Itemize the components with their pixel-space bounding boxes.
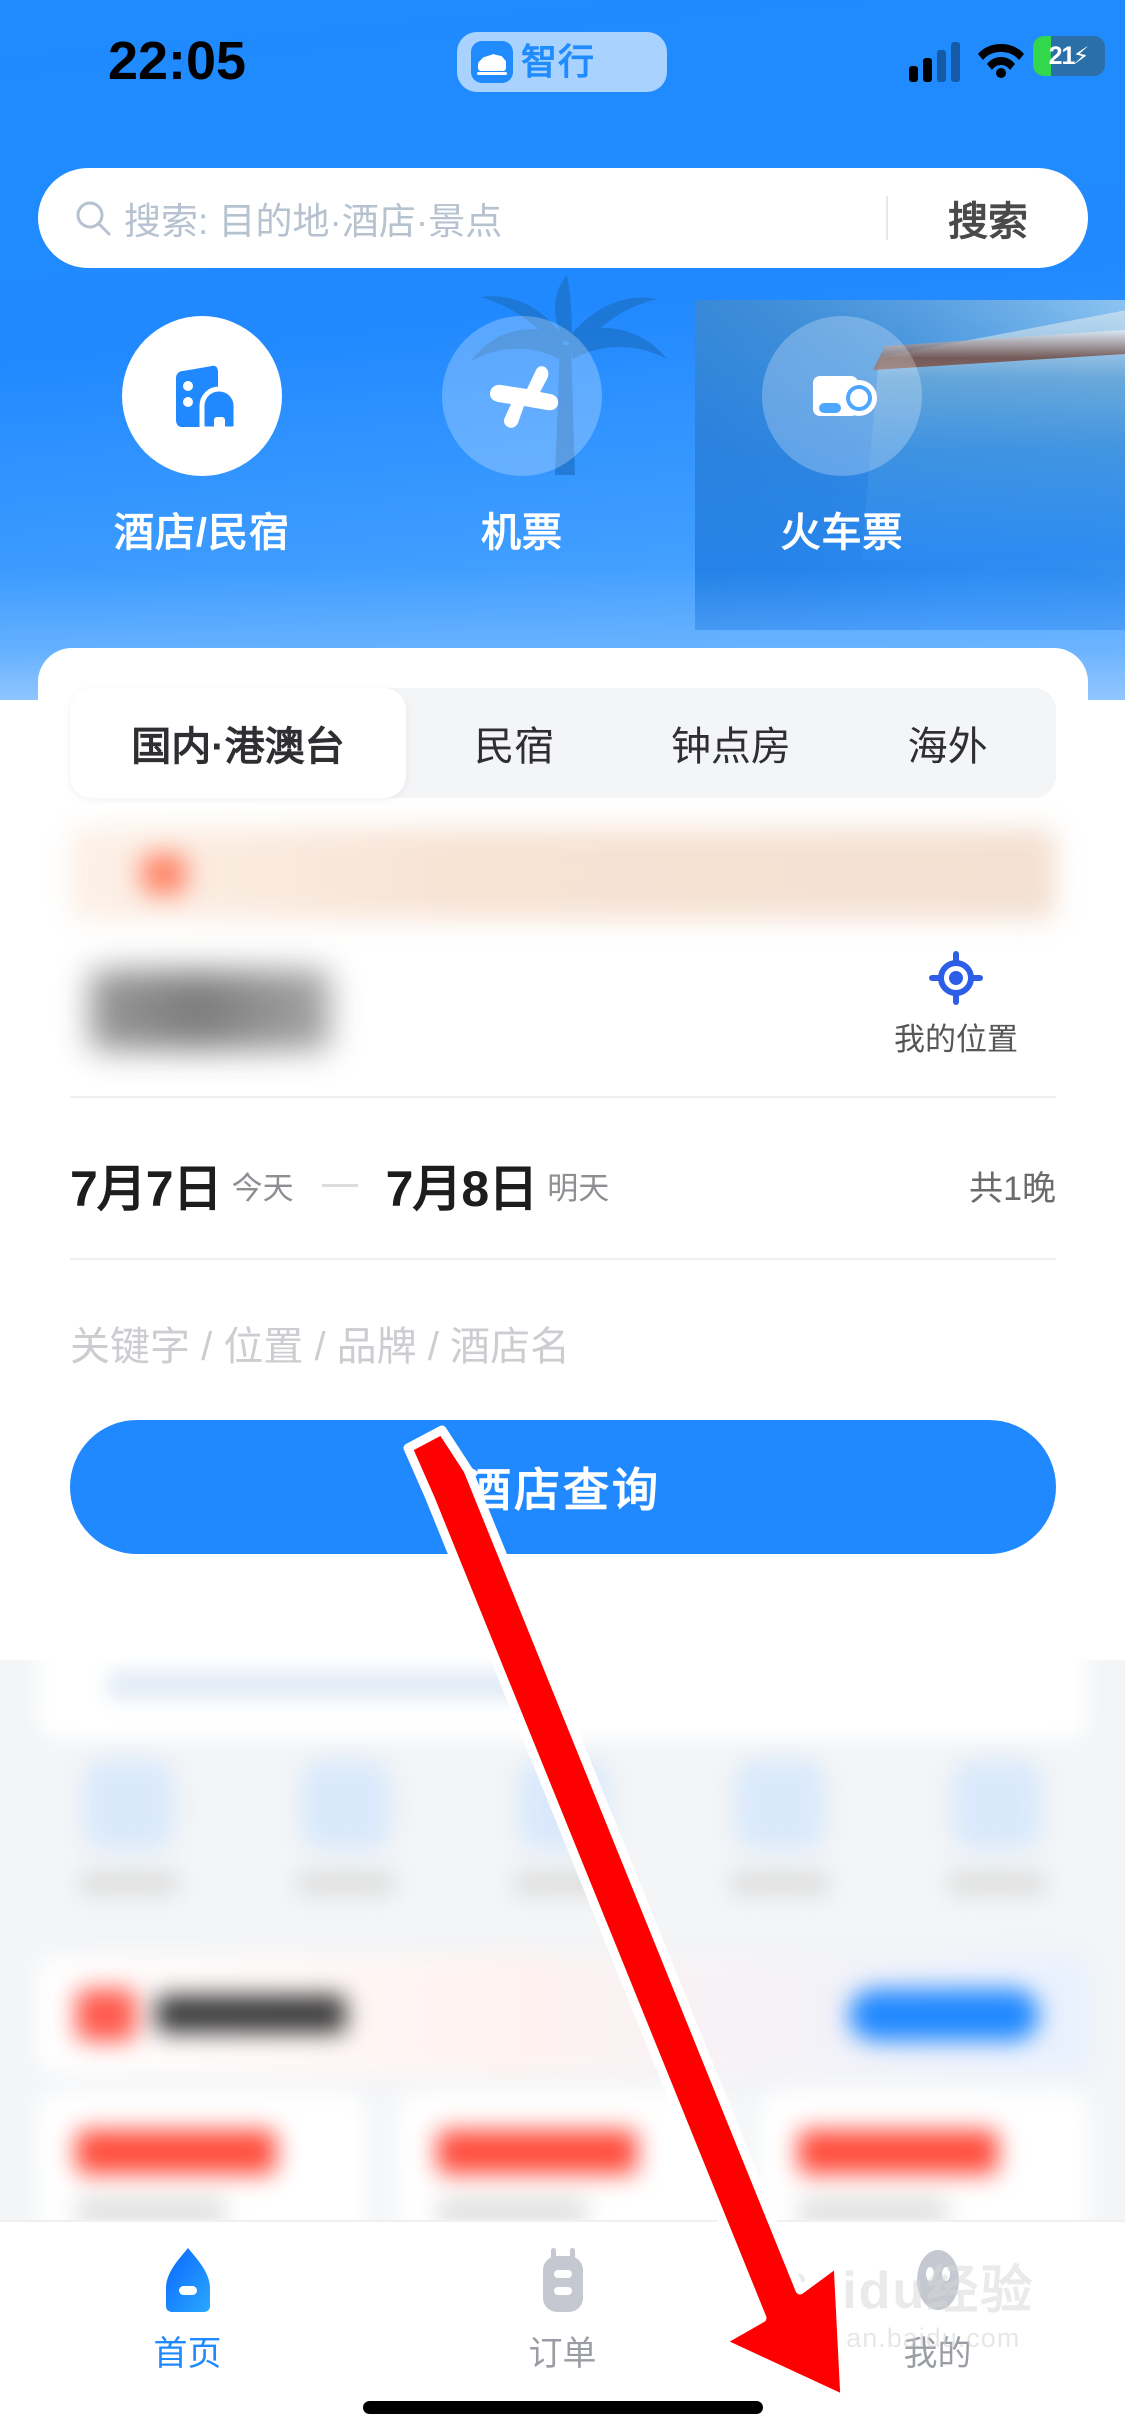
date-range-dash [321,1183,358,1187]
battery-percent: 21 [1048,41,1076,70]
watermark-title: Baidu经验 [771,2262,1035,2320]
my-location-label: 我的位置 [894,1022,1018,1057]
wifi-icon [978,44,1024,78]
dynamic-island-activity[interactable]: 智行 [457,32,667,92]
card-promo-strip-blurred[interactable] [70,828,1056,920]
search-input-placeholder[interactable]: 搜索: 目的地·酒店·景点 [124,191,886,245]
service-label-train: 火车票 [780,511,904,555]
checkout-date[interactable]: 7月8日 [386,1149,539,1221]
train-ticket-icon [813,376,877,416]
divider-above-dates [70,1096,1056,1098]
airplane-icon [490,366,559,428]
search-icon [76,201,111,236]
orders-icon-wrap [525,2242,601,2318]
quick-entry-item[interactable] [922,1760,1072,1950]
city-selection-row[interactable]: 我的位置 [70,948,1056,1078]
hotel-icon-circle [122,316,282,476]
cellular-signal-icon [909,40,960,82]
divider-above-keyword [70,1258,1056,1260]
keyword-input[interactable]: 关键字 / 位置 / 品牌 / 酒店名 [70,1288,1056,1398]
status-bar: 22:05 智行 21 ⚡ [0,0,1125,130]
card-tab-group: 国内·港澳台 民宿 钟点房 海外 [70,688,1056,798]
service-entry-hotel[interactable]: 酒店/民宿 [42,316,362,596]
tabbar-label-home: 首页 [153,2335,222,2373]
zhixing-app-icon [471,41,513,83]
quick-entry-item[interactable] [488,1760,638,1950]
quick-entry-item[interactable] [705,1760,855,1950]
watermark-url: jingyan.baidu.com [785,2323,1021,2353]
search-button[interactable]: 搜索 [888,189,1088,247]
tab-homestay[interactable]: 民宿 [406,688,623,798]
checkin-date[interactable]: 7月7日 [70,1149,223,1221]
tab-overseas[interactable]: 海外 [839,688,1056,798]
service-label-flight: 机票 [481,511,563,555]
battery-indicator: 21 ⚡ [1033,36,1105,76]
service-entry-row: 酒店/民宿 机票 火车票 [0,316,1125,596]
top-search-bar[interactable]: 搜索: 目的地·酒店·景点 搜索 [38,168,1088,268]
hotel-search-card: 国内·港澳台 民宿 钟点房 海外 我的位置 7月7日 今天 7月8日 明天 共1… [38,648,1088,1658]
tab-hourly-room[interactable]: 钟点房 [623,688,840,798]
checkin-sublabel: 今天 [231,1170,294,1206]
service-entry-train[interactable]: 火车票 [682,316,1002,596]
hotel-query-button[interactable]: 酒店查询 [70,1420,1056,1554]
bolt-icon: ⚡ [1072,42,1090,70]
status-time: 22:05 [107,31,247,91]
checkout-sublabel: 明天 [547,1170,610,1206]
tabbar-label-orders: 订单 [528,2335,597,2373]
tab-domestic[interactable]: 国内·港澳台 [70,688,406,798]
service-label-hotel: 酒店/民宿 [113,511,291,555]
service-entry-flight[interactable]: 机票 [362,316,682,596]
watermark: Baidu经验 jingyan.baidu.com [693,2265,1113,2354]
locate-crosshair-icon [929,951,983,1005]
hotel-icon [176,365,239,432]
home-icon [165,2248,210,2312]
airplane-icon-circle [442,316,602,476]
date-range-row[interactable]: 7月7日 今天 7月8日 明天 共1晚 [70,1126,1056,1244]
quick-entry-row-blurred[interactable] [20,1760,1105,1950]
quick-entry-item[interactable] [54,1760,204,1950]
home-indicator [362,2401,763,2414]
city-value-blurred[interactable] [90,970,330,1050]
card-notch [218,648,338,670]
orders-icon [542,2248,583,2312]
train-ticket-icon-circle [762,316,922,476]
my-location-button[interactable]: 我的位置 [866,948,1046,1059]
home-icon-wrap [150,2242,226,2318]
nights-count: 共1晚 [969,1169,1056,1208]
quick-entry-item[interactable] [271,1760,421,1950]
tabbar-item-home[interactable]: 首页 [0,2242,375,2436]
dynamic-island-app-name: 智行 [521,41,596,82]
promo-banner-blurred[interactable] [36,1955,1089,2075]
